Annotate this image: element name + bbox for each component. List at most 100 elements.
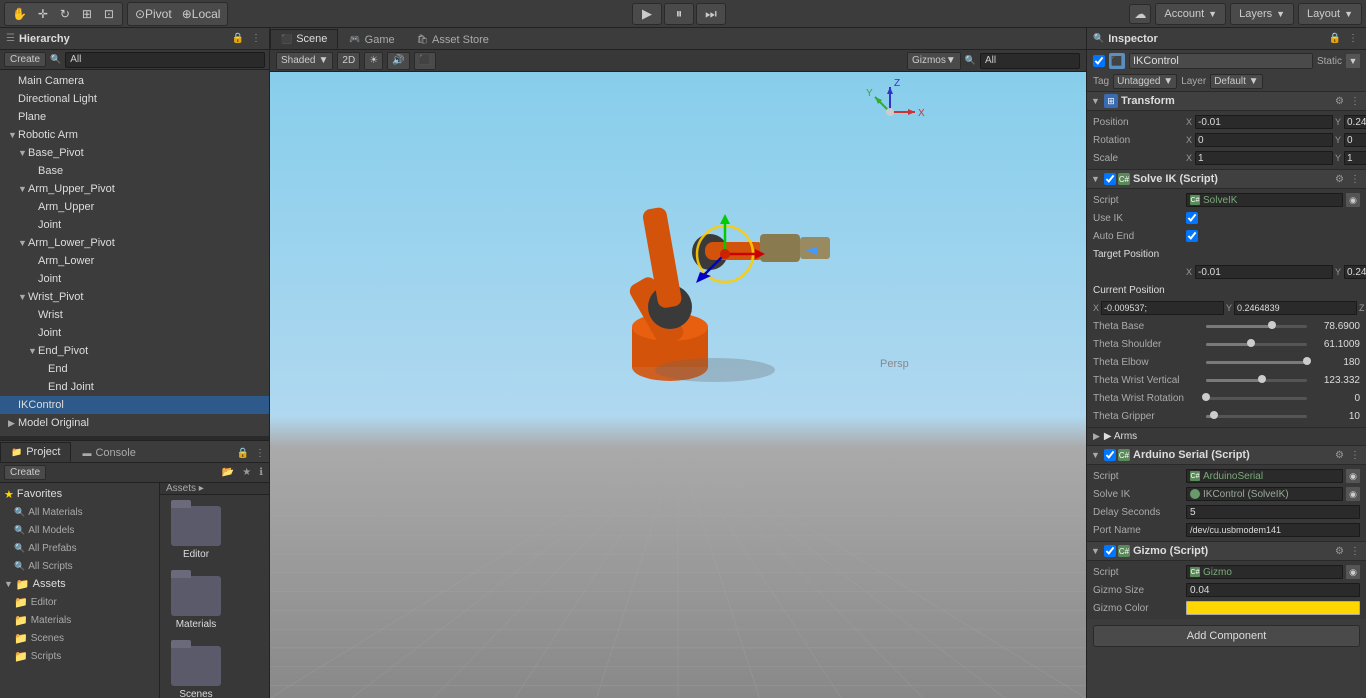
assets-materials-item[interactable]: 📁 Materials	[0, 611, 159, 629]
tree-item-model-original[interactable]: ▶ Model Original	[0, 414, 269, 432]
target-x-input[interactable]	[1195, 265, 1333, 279]
hierarchy-search-input[interactable]	[65, 52, 265, 68]
theta-elbow-slider[interactable]	[1206, 361, 1307, 364]
tree-item-wrist-pivot[interactable]: ▼ Wrist_Pivot	[0, 288, 269, 306]
tab-project[interactable]: 📁 Project	[0, 442, 71, 462]
solve-ik-component-header[interactable]: ▼ C# Solve IK (Script) ⚙ ⋮	[1087, 169, 1366, 189]
gizmo-color-swatch[interactable]	[1186, 601, 1360, 615]
rect-tool-button[interactable]: ⊡	[99, 4, 119, 24]
tree-item-base[interactable]: Base	[0, 162, 269, 180]
favorites-header[interactable]: ★ Favorites	[0, 485, 159, 503]
tab-asset-store[interactable]: 🛍 Asset Store	[406, 29, 500, 49]
tree-item-arm-upper[interactable]: Arm_Upper	[0, 198, 269, 216]
gizmos-button[interactable]: Gizmos ▼	[907, 52, 961, 70]
layout-dropdown[interactable]: Layout ▼	[1298, 3, 1362, 25]
theta-wrist-v-slider[interactable]	[1206, 379, 1307, 382]
gizmo-component-header[interactable]: ▼ C# Gizmo (Script) ⚙ ⋮	[1087, 541, 1366, 561]
scene-search-input[interactable]	[980, 53, 1080, 69]
pivot-button[interactable]: ⊙ Pivot	[131, 4, 176, 24]
tree-item-base-pivot[interactable]: ▼ Base_Pivot	[0, 144, 269, 162]
lighting-button[interactable]: ☀	[364, 52, 383, 70]
script-select-button[interactable]: ◉	[1346, 193, 1360, 207]
gameobject-name-field[interactable]	[1129, 53, 1313, 69]
delay-input[interactable]	[1186, 505, 1360, 519]
tree-item-joint-1[interactable]: Joint	[0, 216, 269, 234]
scene-view[interactable]: X Y Z Persp	[270, 72, 1086, 698]
transform-menu-button[interactable]: ⋮	[1348, 96, 1362, 107]
assets-editor-item[interactable]: 📁 Editor	[0, 593, 159, 611]
project-create-button[interactable]: Create	[4, 465, 46, 480]
all-scripts-item[interactable]: 🔍 All Scripts	[0, 557, 159, 575]
all-models-item[interactable]: 🔍 All Models	[0, 521, 159, 539]
assets-scenes-item[interactable]: 📁 Scenes	[0, 629, 159, 647]
step-button[interactable]: ⏭	[696, 3, 726, 25]
pos-x-input[interactable]	[1195, 115, 1333, 129]
arduino-component-header[interactable]: ▼ C# Arduino Serial (Script) ⚙ ⋮	[1087, 445, 1366, 465]
all-prefabs-item[interactable]: 🔍 All Prefabs	[0, 539, 159, 557]
solve-ik-menu-button[interactable]: ⋮	[1348, 174, 1362, 185]
hierarchy-create-button[interactable]: Create	[4, 52, 46, 67]
layer-dropdown[interactable]: Default ▼	[1210, 74, 1262, 89]
hierarchy-tree[interactable]: Main Camera Directional Light Plane ▼ Ro…	[0, 70, 269, 436]
tree-item-end[interactable]: End	[0, 360, 269, 378]
theta-wrist-r-slider[interactable]	[1206, 397, 1307, 400]
tab-scene[interactable]: ⬛ Scene	[270, 29, 338, 49]
tree-item-arm-lower[interactable]: Arm_Lower	[0, 252, 269, 270]
gizmo-script-select-button[interactable]: ◉	[1346, 565, 1360, 579]
transform-settings-button[interactable]: ⚙	[1333, 96, 1346, 107]
project-star-button[interactable]: ★	[240, 466, 253, 479]
shading-dropdown[interactable]: Shaded ▼	[276, 52, 333, 70]
rot-y-input[interactable]	[1344, 133, 1366, 147]
tree-item-end-pivot[interactable]: ▼ End_Pivot	[0, 342, 269, 360]
asset-folder-editor[interactable]: Editor	[168, 503, 224, 563]
gizmo-size-input[interactable]	[1186, 583, 1360, 597]
2d-button[interactable]: 2D	[337, 52, 360, 70]
scale-tool-button[interactable]: ⊞	[77, 4, 97, 24]
project-folder-button[interactable]: 📂	[220, 466, 236, 479]
project-lock-button[interactable]: 🔒	[235, 447, 251, 460]
tree-item-wrist[interactable]: Wrist	[0, 306, 269, 324]
project-menu-button[interactable]: ⋮	[253, 447, 267, 460]
theta-base-slider[interactable]	[1206, 325, 1307, 328]
cloud-button[interactable]: ☁	[1129, 4, 1151, 24]
account-dropdown[interactable]: Account ▼	[1155, 3, 1226, 25]
transform-component-header[interactable]: ▼ ⊞ Transform ⚙ ⋮	[1087, 91, 1366, 111]
tree-item-joint-3[interactable]: Joint	[0, 324, 269, 342]
tree-item-ikcontrol[interactable]: IKControl	[0, 396, 269, 414]
tree-item-directional-light[interactable]: Directional Light	[0, 90, 269, 108]
local-button[interactable]: ⊕ Local	[178, 4, 225, 24]
gameobject-active-checkbox[interactable]	[1093, 55, 1105, 67]
project-info-button[interactable]: ℹ	[257, 466, 265, 479]
asset-folder-scenes[interactable]: Scenes	[168, 643, 224, 698]
effects-button[interactable]: ⬛	[414, 52, 436, 70]
tag-dropdown[interactable]: Untagged ▼	[1113, 74, 1177, 89]
audio-button[interactable]: 🔊	[387, 52, 409, 70]
arduino-script-select-button[interactable]: ◉	[1346, 469, 1360, 483]
tree-item-end-joint[interactable]: End Joint	[0, 378, 269, 396]
rot-x-input[interactable]	[1195, 133, 1333, 147]
use-ik-checkbox[interactable]	[1186, 212, 1198, 224]
assets-root-item[interactable]: ▼ 📁 Assets	[0, 575, 159, 593]
tab-console[interactable]: ▬ Console	[71, 442, 146, 462]
target-y-input[interactable]	[1344, 265, 1366, 279]
current-y-input[interactable]	[1234, 301, 1357, 315]
static-dropdown-button[interactable]: ▼	[1346, 54, 1360, 68]
add-component-button[interactable]: Add Component	[1093, 625, 1360, 647]
hand-tool-button[interactable]: ✋	[8, 4, 31, 24]
gizmo-settings-button[interactable]: ⚙	[1333, 546, 1346, 557]
pause-button[interactable]: ⏸	[664, 3, 694, 25]
theta-gripper-slider[interactable]	[1206, 415, 1307, 418]
asset-folder-materials[interactable]: Materials	[168, 573, 224, 633]
scale-y-input[interactable]	[1344, 151, 1366, 165]
rotate-tool-button[interactable]: ↻	[55, 4, 75, 24]
assets-scripts-item[interactable]: 📁 Scripts	[0, 647, 159, 665]
arduino-solve-ik-select[interactable]: ◉	[1346, 487, 1360, 501]
tree-item-main-camera[interactable]: Main Camera	[0, 72, 269, 90]
all-materials-item[interactable]: 🔍 All Materials	[0, 503, 159, 521]
port-input[interactable]	[1186, 523, 1360, 537]
auto-end-checkbox[interactable]	[1186, 230, 1198, 242]
hierarchy-menu-button[interactable]: ⋮	[249, 32, 263, 45]
layers-dropdown[interactable]: Layers ▼	[1230, 3, 1294, 25]
tab-game[interactable]: 🎮 Game	[338, 29, 405, 49]
gizmo-enabled-checkbox[interactable]	[1104, 545, 1116, 557]
